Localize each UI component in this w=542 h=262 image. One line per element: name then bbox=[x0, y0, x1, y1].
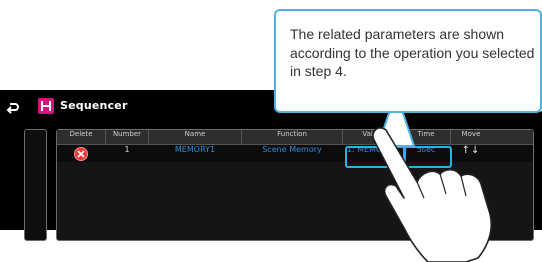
pointing-hand-icon bbox=[372, 127, 493, 262]
